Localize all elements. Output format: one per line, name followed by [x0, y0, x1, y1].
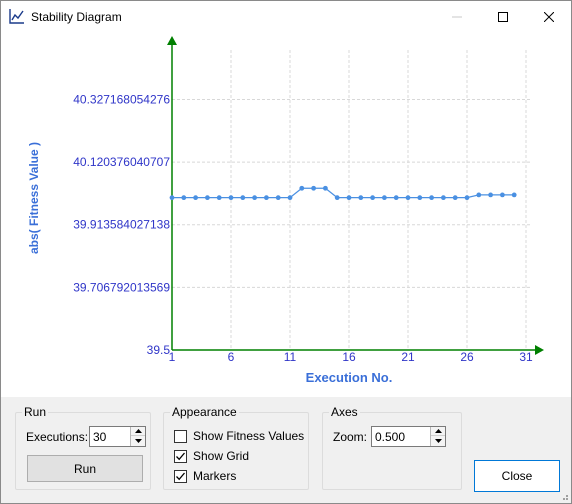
- appearance-group: Appearance Show Fitness Values Show Grid…: [163, 405, 309, 490]
- data-point: [228, 195, 234, 201]
- close-window-button[interactable]: [526, 1, 572, 32]
- zoom-value[interactable]: 0.500: [375, 430, 405, 444]
- data-point: [323, 185, 328, 191]
- markers-checkbox[interactable]: Markers: [174, 469, 236, 483]
- x-tick-label: 26: [460, 350, 474, 364]
- plot-area: 1 6 11 16 21 26 31 39.5 39.706792013569 39.913584…: [1, 32, 571, 397]
- caret-down-icon: [134, 438, 142, 443]
- data-point: [287, 195, 293, 201]
- series-line: [172, 187, 515, 199]
- y-tick-label: 40.120376040707: [73, 155, 170, 169]
- data-point: [488, 192, 493, 198]
- show-fitness-values-box[interactable]: [174, 429, 187, 443]
- axes-group: Axes Zoom: 0.500: [322, 405, 462, 490]
- zoom-stepper[interactable]: 0.500: [371, 426, 446, 447]
- show-grid-checkbox[interactable]: Show Grid: [174, 449, 249, 463]
- data-point: [334, 195, 340, 201]
- x-tick-label: 31: [519, 350, 533, 364]
- zoom-up-button[interactable]: [431, 427, 445, 436]
- show-fitness-values-label: Show Fitness Values: [193, 429, 305, 443]
- y-tick-label: 39.5: [147, 343, 171, 357]
- run-group: Run Executions: 30 Run: [15, 405, 151, 490]
- stability-chart: 1 6 11 16 21 26 3139.539.70679201356939.913584…: [27, 36, 544, 385]
- y-axis-title: abs( Fitness Value ): [27, 142, 41, 254]
- x-tick-label: 6: [228, 350, 235, 364]
- data-point: [311, 185, 316, 191]
- data-point: [417, 195, 423, 201]
- data-point: [476, 192, 482, 198]
- axes-group-title: Axes: [329, 405, 360, 419]
- executions-stepper[interactable]: 30: [89, 426, 146, 447]
- data-point: [511, 192, 517, 198]
- show-fitness-values-checkbox[interactable]: Show Fitness Values: [174, 429, 304, 443]
- data-point: [299, 185, 305, 191]
- chart-app-icon: [9, 9, 24, 24]
- data-point: [405, 195, 411, 201]
- data-point: [382, 195, 387, 201]
- maximize-icon: [498, 11, 508, 22]
- close-button[interactable]: Close: [474, 460, 560, 492]
- y-tick-label: 40.327168054276: [73, 92, 170, 106]
- caret-up-icon: [434, 429, 442, 433]
- zoom-down-button[interactable]: [431, 436, 445, 445]
- stability-diagram-window: Stability Diagram 1 6 11 16 21 26 31 39.5 39.706…: [0, 0, 572, 504]
- data-point: [169, 195, 175, 201]
- y-tick-label: 39.913584027138: [73, 218, 170, 232]
- x-tick-label: 16: [342, 350, 356, 364]
- data-point: [275, 195, 281, 201]
- zoom-label: Zoom:: [333, 430, 368, 444]
- close-icon: [544, 11, 554, 22]
- executions-value[interactable]: 30: [93, 430, 106, 444]
- y-axis-arrow: [167, 36, 177, 45]
- minimize-icon: [452, 16, 462, 17]
- title-bar[interactable]: Stability Diagram: [1, 1, 571, 32]
- minimize-button[interactable]: [434, 1, 480, 32]
- caret-down-icon: [434, 438, 442, 443]
- data-point: [370, 195, 375, 201]
- run-group-title: Run: [22, 405, 49, 419]
- data-point: [264, 195, 269, 201]
- markers-box[interactable]: [174, 469, 187, 483]
- x-tick-label: 11: [284, 350, 297, 364]
- data-point: [500, 192, 505, 198]
- executions-label: Executions:: [26, 430, 89, 444]
- x-axis-title: Execution No.: [306, 370, 393, 385]
- data-point: [441, 195, 446, 201]
- checkmark-icon: [176, 452, 185, 460]
- show-grid-box[interactable]: [174, 449, 187, 463]
- data-point: [240, 195, 246, 201]
- data-point: [252, 195, 257, 201]
- data-point: [181, 195, 187, 201]
- data-point: [464, 195, 470, 201]
- executions-down-button[interactable]: [131, 436, 145, 445]
- data-point: [346, 195, 352, 201]
- data-point: [216, 195, 222, 201]
- data-point: [452, 195, 458, 201]
- run-button[interactable]: Run: [27, 455, 143, 482]
- appearance-group-title: Appearance: [170, 405, 239, 419]
- data-point: [393, 195, 399, 201]
- executions-up-button[interactable]: [131, 427, 145, 436]
- maximize-button[interactable]: [480, 1, 526, 32]
- caret-up-icon: [134, 429, 142, 433]
- show-grid-label: Show Grid: [193, 449, 250, 463]
- data-point: [358, 195, 364, 201]
- checkmark-icon: [176, 472, 185, 480]
- resize-grip-icon[interactable]: [559, 491, 569, 501]
- x-tick-label: 21: [401, 350, 415, 364]
- y-tick-label: 39.706792013569: [73, 280, 170, 294]
- data-point: [205, 195, 210, 201]
- window-title: Stability Diagram: [31, 10, 122, 24]
- data-point: [429, 195, 434, 201]
- x-axis-arrow: [535, 345, 544, 355]
- markers-label: Markers: [193, 469, 237, 483]
- data-point: [193, 195, 199, 201]
